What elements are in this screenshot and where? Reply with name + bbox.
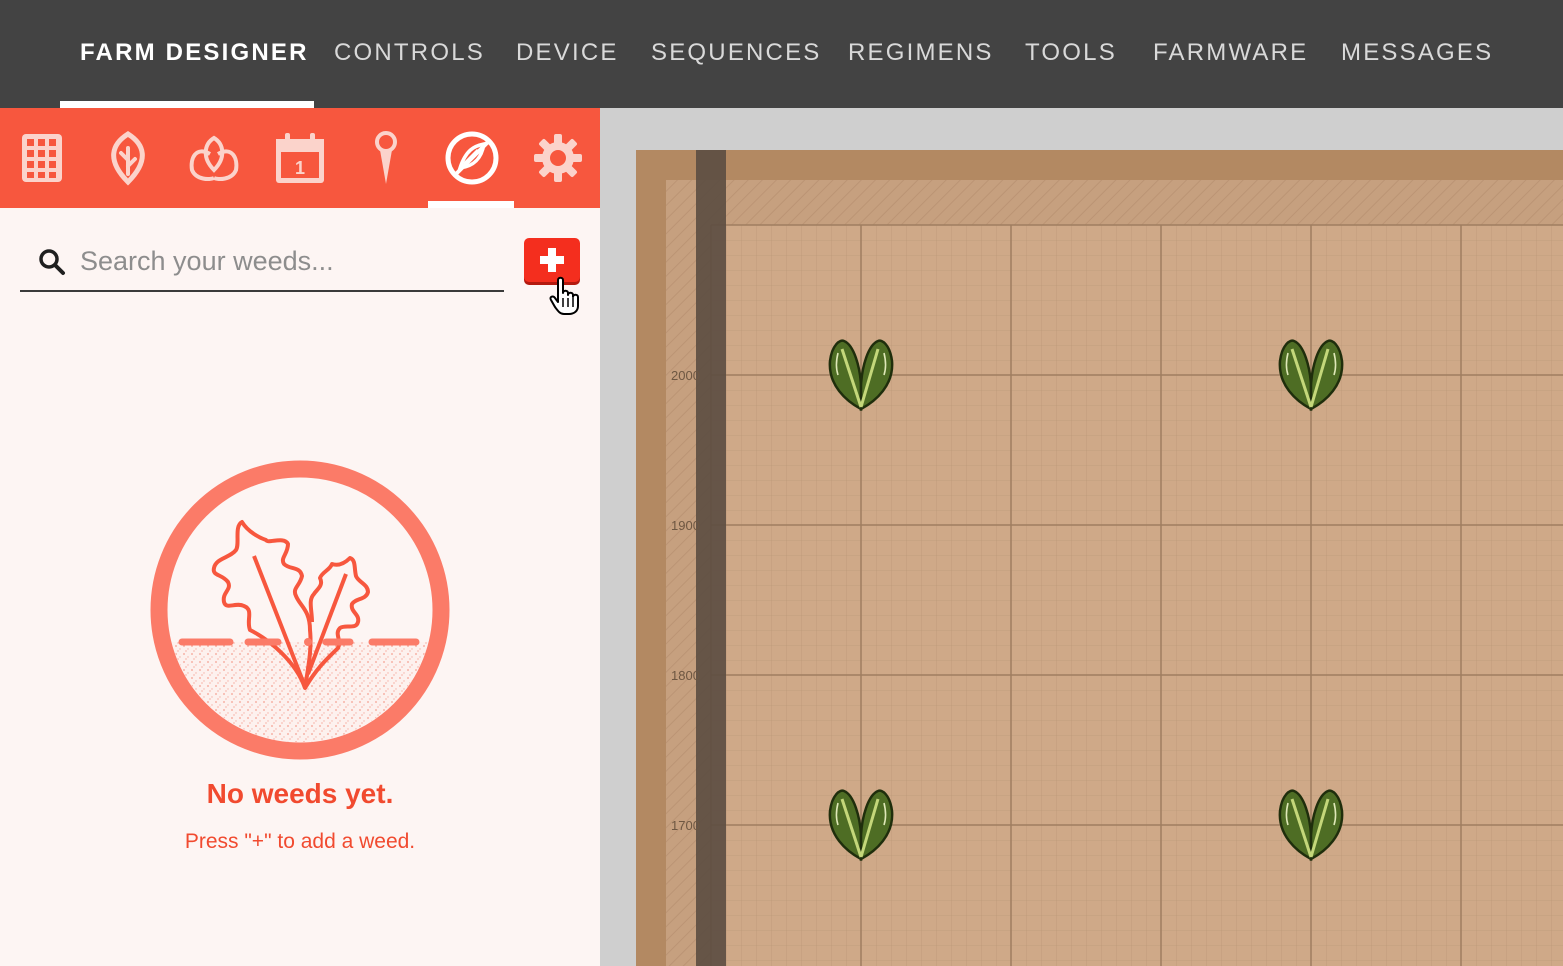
nav-tools[interactable]: TOOLS xyxy=(1025,36,1117,70)
nav-farm-designer[interactable]: FARM DESIGNER xyxy=(80,36,309,70)
designer-subnav: 1 xyxy=(0,108,600,208)
weeds-icon[interactable] xyxy=(444,130,500,186)
empty-state-title: No weeds yet. xyxy=(206,778,394,809)
plant-icon[interactable] xyxy=(100,130,156,186)
plus-icon xyxy=(540,248,564,272)
groups-icon[interactable] xyxy=(186,130,242,186)
empty-state-text: Press "+" to add a weed. xyxy=(184,830,416,853)
calendar-day-label: 1 xyxy=(295,158,305,178)
nav-controls[interactable]: CONTROLS xyxy=(334,36,485,70)
active-nav-indicator xyxy=(60,101,314,108)
calendar-icon[interactable]: 1 xyxy=(272,130,328,186)
nav-messages[interactable]: MESSAGES xyxy=(1341,36,1493,70)
y-axis-label: 1900 xyxy=(671,518,700,533)
nav-device[interactable]: DEVICE xyxy=(516,36,619,70)
garden-map[interactable]: 2000 1900 1800 1700 xyxy=(636,150,1563,966)
hand-pointer-cursor-icon xyxy=(549,276,579,315)
top-navigation-bar: FARM DESIGNER CONTROLS DEVICE SEQUENCES … xyxy=(0,0,1563,108)
nav-farmware[interactable]: FARMWARE xyxy=(1153,36,1308,70)
point-icon[interactable] xyxy=(358,130,414,186)
nav-sequences[interactable]: SEQUENCES xyxy=(651,36,822,70)
y-axis-label: 2000 xyxy=(671,368,700,383)
active-subnav-indicator xyxy=(428,201,514,208)
weed-search-box xyxy=(20,232,504,292)
y-axis-label: 1800 xyxy=(671,668,700,683)
weed-search-input[interactable] xyxy=(78,240,502,282)
settings-icon[interactable] xyxy=(530,130,586,186)
no-weeds-illustration xyxy=(150,460,450,760)
map-grid-icon[interactable] xyxy=(14,130,70,186)
gantry-track xyxy=(696,150,726,966)
search-icon xyxy=(39,249,65,275)
nav-regimens[interactable]: REGIMENS xyxy=(848,36,994,70)
designer-panel: 1 Search your weeds... No weeds yet. Pre… xyxy=(0,108,600,966)
y-axis-label: 1700 xyxy=(671,818,700,833)
